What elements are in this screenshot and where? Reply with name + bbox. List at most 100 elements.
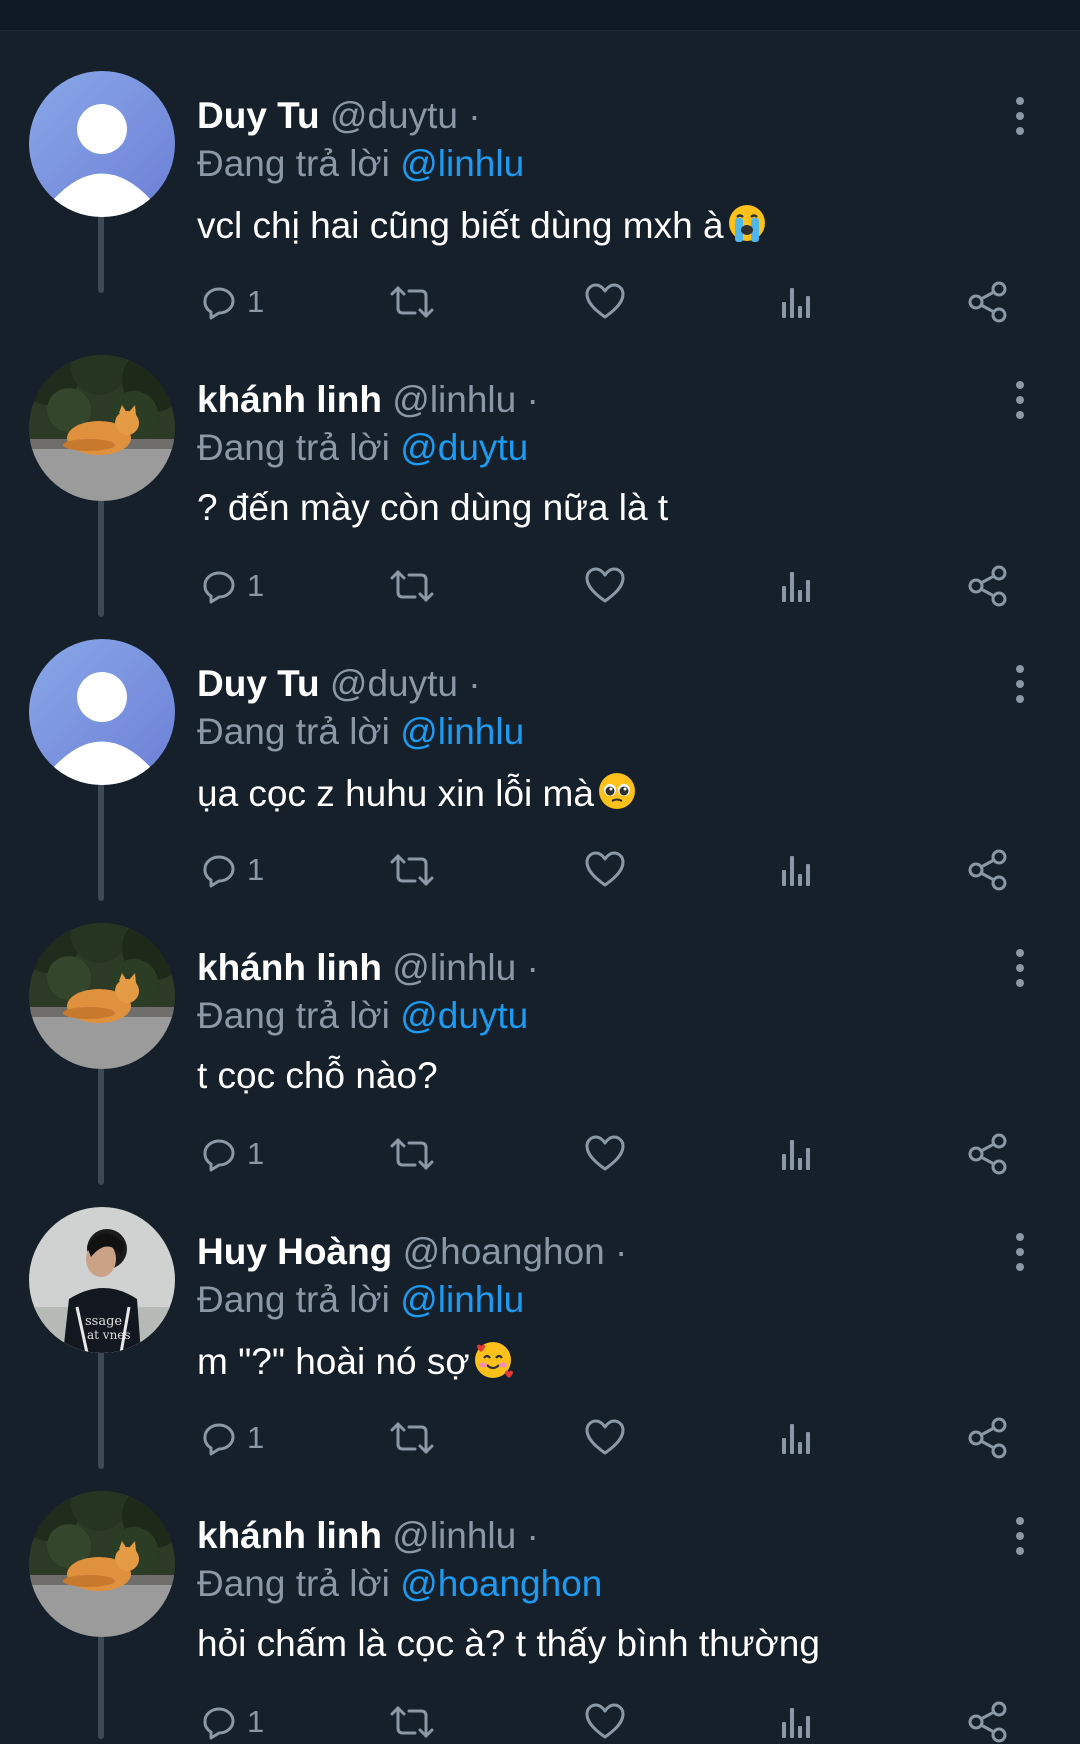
reply-mention-link[interactable]: @linhlu [400, 1279, 524, 1320]
replying-to: Đang trả lời @linhlu [197, 1278, 524, 1322]
person-photo-image: ssageat vnes [29, 1207, 175, 1353]
tweet-header: khánh linh @linhlu · [197, 378, 539, 422]
separator-dot: · [526, 947, 539, 988]
author-name[interactable]: khánh linh [197, 947, 382, 988]
svg-text:at vnes: at vnes [87, 1328, 131, 1342]
tweet-text: m "?" hoài nó sợ [197, 1338, 514, 1390]
avatar[interactable] [29, 923, 175, 1069]
reply-mention-link[interactable]: @duytu [400, 427, 528, 468]
more-options-icon[interactable] [1000, 948, 1040, 988]
retweet-icon [388, 1702, 436, 1742]
more-options-icon[interactable] [1000, 664, 1040, 704]
author-handle[interactable]: @linhlu [392, 947, 516, 988]
tweet-item[interactable]: khánh linh @linhlu · Đang trả lời @duytu t… [0, 886, 1080, 1175]
like-button[interactable] [584, 1700, 626, 1744]
separator-dot: · [468, 95, 481, 136]
replying-to-label: Đang trả lời [197, 711, 390, 752]
avatar[interactable] [29, 71, 175, 217]
author-handle[interactable]: @linhlu [392, 1515, 516, 1556]
tweet-header: Duy Tu @duytu · [197, 662, 481, 706]
views-icon [777, 566, 817, 606]
reply-button[interactable]: 1 [197, 1700, 264, 1744]
heart-icon [584, 566, 626, 606]
avatar[interactable] [29, 1491, 175, 1637]
cat-photo-image [29, 923, 175, 1069]
tweet-text: hỏi chấm là cọc à? t thấy bình thường [197, 1622, 820, 1666]
views-icon [777, 850, 817, 890]
heart-icon [584, 1702, 626, 1742]
tweet-text: ụa cọc z huhu xin lỗi mà [197, 770, 638, 822]
reply-mention-link[interactable]: @linhlu [400, 711, 524, 752]
author-name[interactable]: khánh linh [197, 379, 382, 420]
retweet-icon [388, 1134, 436, 1174]
reply-icon [197, 282, 237, 322]
separator-dot: · [615, 1231, 628, 1272]
replying-to: Đang trả lời @linhlu [197, 142, 524, 186]
replying-to-label: Đang trả lời [197, 995, 390, 1036]
replying-to: Đang trả lời @hoanghon [197, 1562, 602, 1606]
tweet-item[interactable]: khánh linh @linhlu · Đang trả lời @duytu?… [0, 318, 1080, 607]
reply-mention-link[interactable]: @hoanghon [400, 1563, 602, 1604]
avatar[interactable]: ssage at vnes [29, 1207, 175, 1353]
tweet-item[interactable]: Duy Tu @duytu · Đang trả lời @linhlu ụa cọ… [0, 602, 1080, 891]
cat-photo-image [29, 1491, 175, 1637]
heart-icon [584, 850, 626, 890]
tweet-text: t cọc chỗ nào? [197, 1054, 438, 1098]
replying-to-label: Đang trả lời [197, 143, 390, 184]
views-button[interactable] [777, 1700, 817, 1744]
reply-icon [197, 1702, 237, 1742]
reply-icon [197, 566, 237, 606]
views-icon [777, 282, 817, 322]
default-user-image [29, 639, 175, 785]
avatar[interactable] [29, 355, 175, 501]
tweet-text-content: hỏi chấm là cọc à? t thấy bình thường [197, 1623, 820, 1664]
tweet-header: Huy Hoàng @hoanghon · [197, 1230, 627, 1274]
pleading-face-emoji [596, 770, 638, 822]
tweet-header: khánh linh @linhlu · [197, 1514, 539, 1558]
cat-photo-image [29, 355, 175, 501]
retweet-button[interactable] [388, 1700, 436, 1744]
tweet-actions: 1 [0, 1700, 1080, 1744]
share-button[interactable] [966, 1700, 1010, 1744]
tweet-header: khánh linh @linhlu · [197, 946, 539, 990]
share-icon [966, 1700, 1010, 1744]
tweet-text: vcl chị hai cũng biết dùng mxh à [197, 202, 768, 254]
svg-text:ssage: ssage [85, 1314, 122, 1329]
more-options-icon[interactable] [1000, 380, 1040, 420]
tweet-text-content: ? đến mày còn dùng nữa là t [197, 487, 669, 528]
replying-to: Đang trả lời @linhlu [197, 710, 524, 754]
reply-icon [197, 1134, 237, 1174]
more-options-icon[interactable] [1000, 96, 1040, 136]
tweet-text-content: ụa cọc z huhu xin lỗi mà [197, 773, 594, 814]
author-name[interactable]: Duy Tu [197, 663, 320, 704]
retweet-icon [388, 282, 436, 322]
tweet-item[interactable]: ssage at vnes Huy Hoàng @hoanghon · Đang tr… [0, 1170, 1080, 1459]
reply-icon [197, 850, 237, 890]
replying-to-label: Đang trả lời [197, 1563, 390, 1604]
tweet-item[interactable]: khánh linh @linhlu · Đang trả lời @hoangh… [0, 1454, 1080, 1743]
default-user-image [29, 71, 175, 217]
smiling-face-with-hearts-emoji [472, 1338, 514, 1390]
author-name[interactable]: Duy Tu [197, 95, 320, 136]
more-options-icon[interactable] [1000, 1516, 1040, 1556]
retweet-icon [388, 850, 436, 890]
tweet-text-content: vcl chị hai cũng biết dùng mxh à [197, 205, 724, 246]
tweet-text-content: m "?" hoài nó sợ [197, 1341, 470, 1382]
tweet-item[interactable]: Duy Tu @duytu · Đang trả lời @linhlu vcl c… [0, 34, 1080, 323]
author-name[interactable]: khánh linh [197, 1515, 382, 1556]
reply-mention-link[interactable]: @linhlu [400, 143, 524, 184]
author-handle[interactable]: @duytu [330, 663, 458, 704]
reply-mention-link[interactable]: @duytu [400, 995, 528, 1036]
more-options-icon[interactable] [1000, 1232, 1040, 1272]
replying-to-label: Đang trả lời [197, 427, 390, 468]
author-name[interactable]: Huy Hoàng [197, 1231, 392, 1272]
author-handle[interactable]: @linhlu [392, 379, 516, 420]
replying-to: Đang trả lời @duytu [197, 426, 528, 470]
heart-icon [584, 1134, 626, 1174]
separator-dot: · [526, 1515, 539, 1556]
author-handle[interactable]: @duytu [330, 95, 458, 136]
heart-icon [584, 282, 626, 322]
avatar[interactable] [29, 639, 175, 785]
separator-dot: · [468, 663, 481, 704]
author-handle[interactable]: @hoanghon [403, 1231, 605, 1272]
